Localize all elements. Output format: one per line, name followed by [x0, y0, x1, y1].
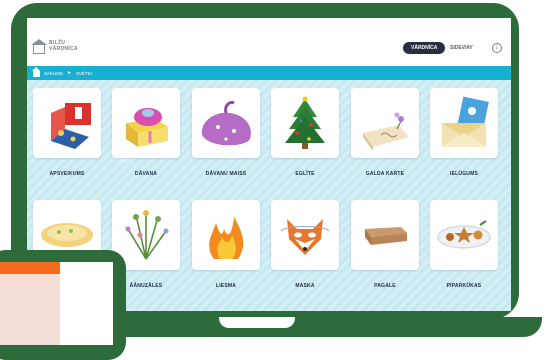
card-label: IELŪGUMS	[450, 171, 478, 177]
card-piparkukas[interactable]	[430, 200, 498, 270]
card-davana[interactable]	[112, 88, 180, 158]
place-card-icon	[363, 112, 409, 151]
logo-house-icon	[31, 38, 47, 54]
gift-box-icon	[126, 108, 168, 147]
fox-mask-icon	[280, 219, 330, 255]
card-maska[interactable]	[271, 200, 339, 270]
invitation-envelope-icon	[442, 96, 489, 147]
logo-line-2: VĀRDNĪCA	[49, 46, 78, 52]
tablet-screen	[0, 262, 113, 345]
breadcrumb-item-current: SVĒTKI	[75, 70, 92, 76]
home-icon[interactable]	[32, 67, 40, 77]
card-galda-karte[interactable]	[351, 88, 419, 158]
app-logo[interactable]: BILŽU VĀRDNĪCA	[31, 38, 78, 54]
breadcrumb-item-home[interactable]: SĀKUMS	[44, 71, 63, 76]
tab-compose[interactable]: SIDEVIAY	[444, 42, 479, 54]
card-davanu-maiss[interactable]	[192, 88, 260, 158]
card-pagale[interactable]	[351, 200, 419, 270]
christmas-tree-icon	[285, 96, 325, 149]
card-label: GALDA KARTE	[365, 171, 405, 177]
laptop-notch	[219, 317, 295, 328]
header: BILŽU VĀRDNĪCA VĀRDNĪCA SIDEVIAY i	[27, 18, 511, 66]
card-label: DĀVANA	[134, 171, 158, 177]
tab-dictionary[interactable]: VĀRDNĪCA	[403, 42, 446, 54]
card-label: PAGALE	[374, 283, 396, 289]
card-label: LIESMA	[215, 283, 237, 289]
flame-icon	[209, 217, 244, 259]
card-apsveikums[interactable]	[33, 88, 101, 158]
log-icon	[365, 227, 407, 245]
laptop-base	[96, 317, 542, 337]
card-label: PIPARKŪKAS	[446, 283, 482, 289]
card-ielugums[interactable]	[430, 88, 498, 158]
card-label: MASKA	[295, 283, 315, 289]
gingerbread-plate-icon	[437, 220, 491, 249]
greeting-card-icon	[51, 103, 91, 149]
card-label: DĀVANU MAISS	[205, 171, 247, 177]
logo-text: BILŽU VĀRDNĪCA	[49, 40, 78, 52]
card-label: APSVEIKUMS	[49, 171, 85, 177]
card-label: EGLĪTE	[295, 171, 315, 177]
card-liesma[interactable]	[192, 200, 260, 270]
card-eglite[interactable]	[271, 88, 339, 158]
gift-sack-icon	[201, 101, 251, 146]
tablet-content-panel	[0, 274, 60, 345]
info-icon[interactable]: i	[492, 43, 502, 53]
breadcrumb: SĀKUMS ► SVĒTKI	[27, 66, 511, 80]
tablet-header-bar	[0, 262, 60, 274]
herb-bouquet-icon	[125, 210, 169, 260]
breadcrumb-separator: ►	[67, 70, 72, 76]
